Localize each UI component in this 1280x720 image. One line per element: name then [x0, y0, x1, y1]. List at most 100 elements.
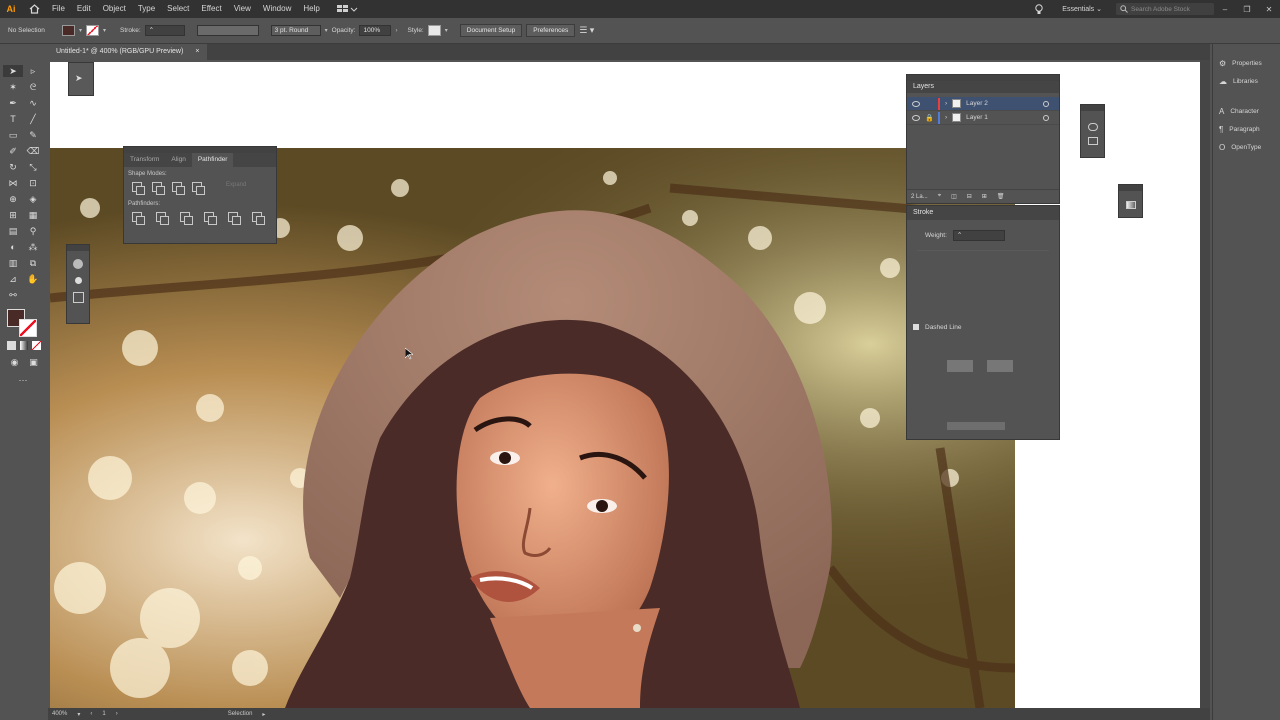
brush-icon[interactable]	[75, 277, 82, 284]
width-tool-icon[interactable]: ⋈	[3, 177, 23, 189]
line-tool-icon[interactable]: ╱	[23, 113, 43, 125]
clipping-mask-icon[interactable]: ◫	[951, 193, 957, 200]
selection-tool-icon[interactable]: ➤	[3, 65, 23, 77]
dock-libraries[interactable]: ☁ Libraries	[1213, 72, 1280, 90]
fill-stroke-widget[interactable]	[3, 307, 45, 337]
color-guide-icon[interactable]	[1088, 123, 1098, 131]
chevron-down-icon[interactable]: ▾	[445, 27, 448, 34]
chevron-right-icon[interactable]: ›	[395, 28, 397, 34]
arrange-documents-icon[interactable]	[336, 3, 360, 15]
shape-builder-tool-icon[interactable]: ⊕	[3, 193, 23, 205]
dashed-line-checkbox[interactable]	[913, 324, 919, 330]
close-window-button[interactable]: ✕	[1258, 5, 1280, 14]
next-artboard-icon[interactable]: ›	[116, 711, 118, 717]
gradient-tool-icon[interactable]: ▤	[3, 225, 23, 237]
profile-field[interactable]	[947, 421, 1005, 430]
color-icon[interactable]	[7, 341, 16, 350]
shaper-tool-icon[interactable]: ✐	[3, 145, 23, 157]
divide-icon[interactable]	[132, 212, 145, 225]
menu-edit[interactable]: Edit	[71, 0, 97, 18]
home-icon[interactable]	[22, 0, 46, 18]
live-paint-tool-icon[interactable]: ◈	[23, 193, 43, 205]
draw-mode-icon[interactable]: ◉	[7, 356, 22, 368]
column-graph-tool-icon[interactable]: ▥	[3, 257, 23, 269]
eraser-tool-icon[interactable]: ⌫	[23, 145, 43, 157]
menu-window[interactable]: Window	[257, 0, 297, 18]
variable-width-field[interactable]	[196, 25, 259, 36]
target-circle-icon[interactable]	[1043, 100, 1049, 107]
lasso-tool-icon[interactable]: ᘓ	[23, 81, 43, 93]
paintbrush-tool-icon[interactable]: ✎	[23, 129, 43, 141]
stroke-color-swatch[interactable]	[19, 319, 37, 337]
chevron-down-icon[interactable]: ▾	[77, 711, 80, 718]
intersect-icon[interactable]	[172, 182, 185, 195]
symbol-sprayer-tool-icon[interactable]: ⁂	[23, 241, 43, 253]
style-swatch[interactable]	[427, 25, 441, 36]
fill-swatch[interactable]	[62, 25, 75, 36]
menu-type[interactable]: Type	[132, 0, 161, 18]
dock-character[interactable]: A Character	[1213, 102, 1280, 120]
prev-artboard-icon[interactable]: ‹	[90, 711, 92, 717]
minus-front-icon[interactable]	[152, 182, 165, 195]
lock-icon[interactable]: 🔒	[925, 114, 934, 122]
tab-pathfinder[interactable]: Pathfinder	[191, 153, 234, 167]
new-sublayer-icon[interactable]: ⊟	[967, 193, 972, 200]
trim-icon[interactable]	[156, 212, 169, 225]
menu-file[interactable]: File	[46, 0, 71, 18]
menu-select[interactable]: Select	[161, 0, 195, 18]
stroke-weight-field[interactable]: ⌃	[144, 25, 185, 36]
none-icon[interactable]	[32, 341, 42, 350]
weight-field[interactable]: ⌃	[952, 229, 1005, 241]
type-tool-icon[interactable]: T	[3, 113, 23, 125]
restore-button[interactable]: ❐	[1236, 5, 1258, 14]
perspective-grid-tool-icon[interactable]: ⊞	[3, 209, 23, 221]
scale-tool-icon[interactable]: ⤡	[23, 161, 43, 173]
chevron-down-icon[interactable]: ▾	[103, 27, 106, 34]
direct-selection-tool-icon[interactable]: ▹	[23, 65, 43, 77]
magic-wand-tool-icon[interactable]: ✶	[3, 81, 23, 93]
zoom-level[interactable]: 400%	[52, 711, 67, 717]
vertical-scrollbar[interactable]	[1200, 60, 1210, 708]
stroke-swatch[interactable]	[86, 25, 100, 36]
expand-button[interactable]: Expand	[226, 182, 246, 192]
pen-tool-icon[interactable]: ✒	[3, 97, 23, 109]
chevron-down-icon[interactable]: ▾	[79, 27, 82, 34]
minimize-button[interactable]: –	[1214, 5, 1236, 14]
gradient-icon[interactable]	[19, 341, 29, 350]
status-menu-icon[interactable]: ▸	[262, 711, 265, 718]
tab-transform[interactable]: Transform	[124, 153, 165, 167]
artboard-number[interactable]: 1	[102, 711, 105, 717]
gap-field[interactable]	[987, 360, 1013, 372]
layer-row-layer-2[interactable]: › Layer 2	[907, 97, 1059, 111]
eyedropper-tool-icon[interactable]: ⚲	[23, 225, 43, 237]
layer-row-layer-1[interactable]: 🔒 › Layer 1	[907, 111, 1059, 125]
opacity-field[interactable]: 100%	[359, 25, 392, 36]
exclude-icon[interactable]	[192, 182, 205, 195]
screen-mode-icon[interactable]: ▣	[26, 356, 41, 368]
hand-tool-icon[interactable]: ✋	[23, 273, 43, 285]
shape-icon[interactable]	[73, 259, 83, 269]
workspace-switcher[interactable]: Essentials ⌄	[1048, 5, 1116, 13]
zoom-tool-icon[interactable]: ⚯	[3, 289, 23, 301]
locate-object-icon[interactable]: ⌖	[938, 193, 941, 200]
rectangle-tool-icon[interactable]: ▭	[3, 129, 23, 141]
floating-tool-widget[interactable]: ➤	[68, 62, 94, 96]
document-setup-button[interactable]: Document Setup	[459, 24, 523, 37]
expand-chevron-icon[interactable]: ›	[945, 114, 947, 121]
new-layer-icon[interactable]: ⊞	[982, 193, 987, 200]
rotate-tool-icon[interactable]: ↻	[3, 161, 23, 173]
edit-toolbar-icon[interactable]: ···	[13, 374, 33, 386]
menu-object[interactable]: Object	[97, 0, 132, 18]
slice-tool-icon[interactable]: ⊿	[3, 273, 23, 285]
dock-opentype[interactable]: O OpenType	[1213, 138, 1280, 156]
dock-paragraph[interactable]: ¶ Paragraph	[1213, 120, 1280, 138]
merge-icon[interactable]	[180, 212, 193, 225]
tab-align[interactable]: Align	[165, 153, 191, 167]
visibility-eye-icon[interactable]	[912, 114, 920, 121]
document-tab[interactable]: Untitled-1* @ 400% (RGB/GPU Preview) ×	[48, 44, 208, 60]
visibility-eye-icon[interactable]	[912, 100, 920, 107]
outline-icon[interactable]	[228, 212, 241, 225]
lightbulb-icon[interactable]	[1030, 0, 1048, 18]
artboard-tool-icon[interactable]: ⧉	[23, 257, 43, 269]
mesh-tool-icon[interactable]: ▦	[23, 209, 43, 221]
